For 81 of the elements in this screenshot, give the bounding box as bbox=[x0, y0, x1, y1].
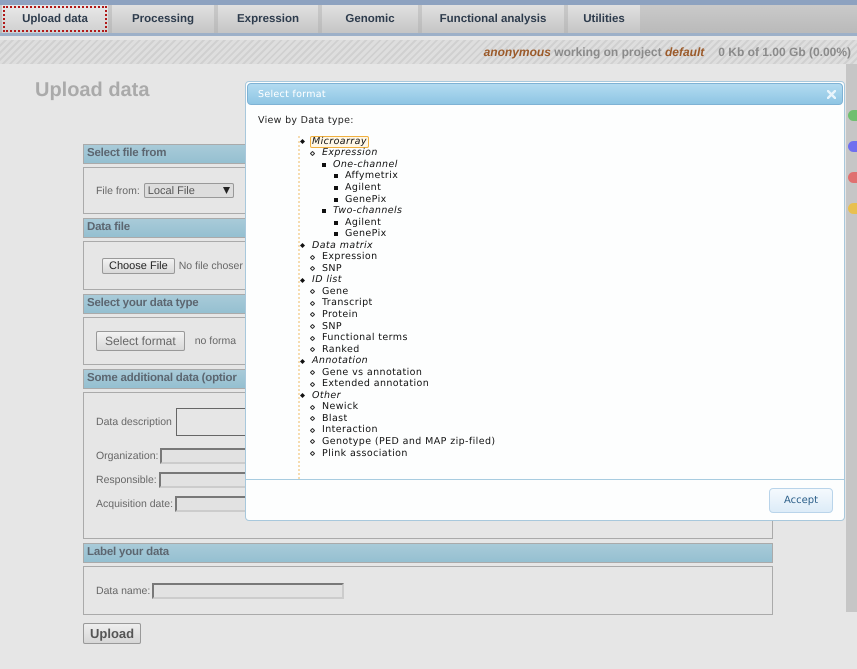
bullet-icon bbox=[310, 370, 315, 376]
bullet-icon bbox=[310, 300, 315, 306]
field-label: Data description bbox=[96, 416, 172, 428]
tree-item[interactable]: Microarray bbox=[310, 136, 369, 148]
bullet-icon bbox=[310, 451, 315, 456]
tab[interactable]: Expression bbox=[218, 5, 318, 33]
tree-item[interactable]: Annotation bbox=[310, 355, 370, 368]
bullet-icon bbox=[310, 289, 315, 294]
bullet-icon bbox=[310, 439, 315, 444]
tree-item[interactable]: Functional terms bbox=[320, 332, 410, 344]
bullet-icon bbox=[300, 358, 305, 364]
tree-item[interactable]: Gene vs annotation bbox=[320, 366, 424, 379]
bullet-icon bbox=[334, 198, 338, 202]
tab[interactable]: Processing bbox=[112, 5, 214, 33]
tree-item[interactable]: Blast bbox=[320, 412, 350, 425]
bullet-icon bbox=[310, 382, 315, 387]
tree-item[interactable]: Newick bbox=[320, 401, 360, 414]
upload-button[interactable]: Upload bbox=[83, 623, 142, 644]
tree-item[interactable]: SNP bbox=[320, 320, 344, 333]
tab[interactable]: Utilities bbox=[568, 5, 640, 33]
tree-item[interactable]: Extended annotation bbox=[320, 378, 432, 390]
file-status: No file choser bbox=[178, 260, 243, 272]
tree-item[interactable]: Expression bbox=[320, 147, 380, 160]
format-status: no forma bbox=[194, 335, 236, 347]
tab[interactable]: Functional analysis bbox=[422, 5, 564, 33]
caret-icon bbox=[222, 187, 230, 194]
bullet-icon bbox=[334, 174, 338, 178]
file-source-select[interactable]: Local File bbox=[144, 183, 234, 198]
bullet-icon bbox=[310, 324, 315, 330]
tree-item[interactable]: Plink association bbox=[320, 448, 410, 460]
tree-item[interactable]: Two-channels bbox=[331, 205, 404, 218]
bullet-icon bbox=[310, 416, 315, 422]
tree-item[interactable]: Agilent bbox=[343, 216, 384, 229]
bullet-icon bbox=[310, 150, 315, 156]
bullet-icon bbox=[310, 336, 315, 341]
tree-item[interactable]: GenePix bbox=[343, 194, 389, 206]
tree-item[interactable]: Ranked bbox=[320, 344, 362, 356]
bullet-icon bbox=[300, 139, 305, 144]
tree-item[interactable]: Transcript bbox=[320, 297, 375, 310]
bullet-icon bbox=[310, 428, 315, 433]
intro-text: View by Data type: bbox=[258, 115, 355, 126]
section-header: Label your data bbox=[83, 543, 773, 563]
tree-item[interactable]: Agilent bbox=[343, 182, 384, 194]
field-label: Responsible: bbox=[96, 474, 157, 486]
page-title: Upload data bbox=[35, 79, 150, 102]
field-label: File from: bbox=[96, 184, 140, 196]
tab[interactable]: Genomic bbox=[322, 5, 418, 33]
tree-item[interactable]: ID list bbox=[310, 274, 344, 286]
storage-usage: 0 Kb of 1.00 Gb (0.00%) bbox=[718, 45, 851, 59]
close-icon[interactable] bbox=[827, 90, 836, 98]
bullet-icon bbox=[300, 243, 305, 248]
select-format-button[interactable]: Select format bbox=[96, 331, 185, 351]
field-label: Organization: bbox=[96, 450, 158, 462]
tree-item[interactable]: Genotype (PED and MAP zip-filed) bbox=[320, 436, 498, 448]
bullet-icon bbox=[334, 232, 338, 236]
tab[interactable]: Upload data bbox=[2, 5, 108, 33]
field-label: Acquisition date: bbox=[96, 498, 174, 510]
tree-item[interactable]: Interaction bbox=[320, 424, 380, 436]
dialog-title: Select format bbox=[258, 88, 326, 100]
bullet-icon bbox=[310, 266, 315, 272]
tree-item[interactable]: GenePix bbox=[343, 228, 389, 240]
bullet-icon bbox=[300, 393, 305, 398]
bullet-icon bbox=[310, 404, 315, 410]
bullet-icon bbox=[300, 278, 305, 283]
choose-file-button[interactable]: Choose File bbox=[102, 258, 175, 274]
bullet-icon bbox=[334, 220, 338, 225]
field-label: Data name: bbox=[96, 584, 150, 596]
input-field[interactable] bbox=[152, 582, 344, 598]
status-text: anonymous working on project default bbox=[484, 45, 704, 59]
tree-item[interactable]: Other bbox=[310, 390, 343, 402]
tree-item[interactable]: Affymetrix bbox=[343, 170, 400, 182]
tree-item[interactable]: SNP bbox=[320, 262, 344, 275]
tree-item[interactable]: Data matrix bbox=[310, 240, 376, 252]
tree-item[interactable]: Expression bbox=[320, 251, 380, 264]
bullet-icon bbox=[310, 347, 315, 352]
bullet-icon bbox=[322, 209, 326, 214]
accept-button[interactable]: Accept bbox=[769, 488, 833, 512]
bullet-icon bbox=[310, 312, 315, 318]
bullet-icon bbox=[310, 254, 315, 260]
bullet-icon bbox=[322, 162, 326, 167]
bullet-icon bbox=[334, 186, 338, 190]
